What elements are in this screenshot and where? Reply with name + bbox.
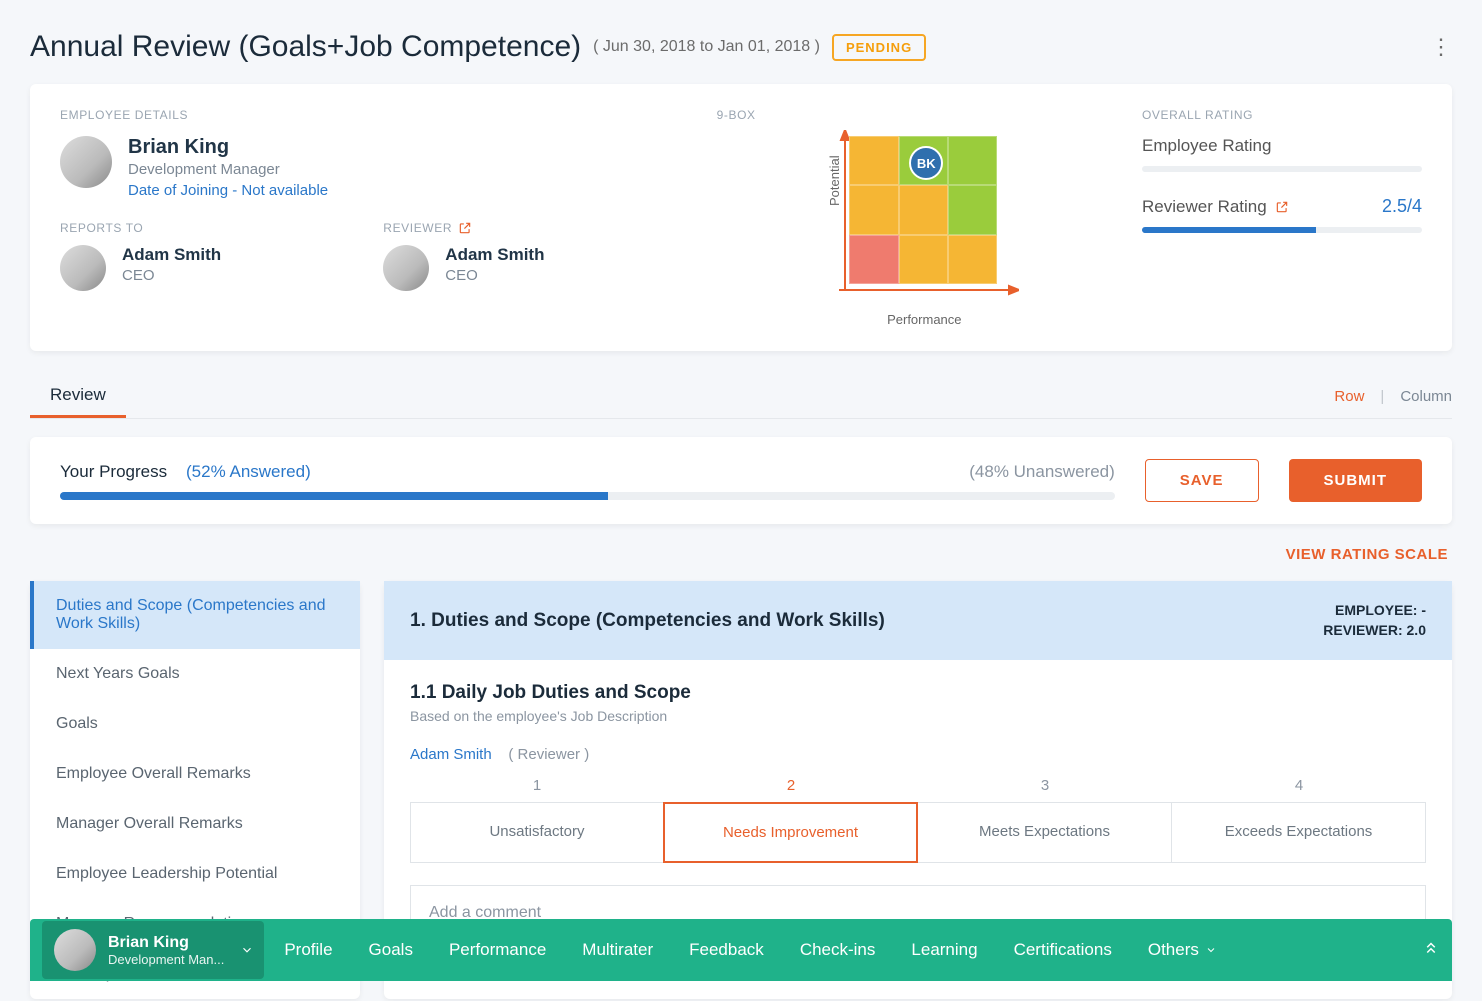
sidebar-item-next-year-goals[interactable]: Next Years Goals	[30, 649, 360, 699]
collapse-icon[interactable]	[1422, 939, 1440, 962]
reviewer-rating-bar	[1142, 227, 1422, 233]
bottom-user-avatar	[54, 929, 96, 971]
tab-review[interactable]: Review	[30, 375, 126, 418]
external-link-icon[interactable]	[458, 221, 472, 235]
question-desc: Based on the employee's Job Description	[410, 708, 1426, 724]
rating-option-4[interactable]: Exceeds Expectations	[1171, 802, 1426, 863]
scale-num-2: 2	[664, 777, 918, 794]
scale-num-1: 1	[410, 777, 664, 794]
reports-to-role: CEO	[122, 267, 221, 284]
rating-option-3[interactable]: Meets Expectations	[917, 802, 1172, 863]
reviewer-rating-label: Reviewer Rating	[1142, 197, 1267, 217]
reports-to-label: REPORTS TO	[60, 221, 353, 235]
ninebox-label: 9-BOX	[717, 108, 1102, 122]
nav-multirater[interactable]: Multirater	[582, 940, 653, 960]
reports-to-name: Adam Smith	[122, 245, 221, 265]
nav-profile[interactable]: Profile	[284, 940, 332, 960]
save-button[interactable]: SAVE	[1145, 459, 1259, 502]
progress-unanswered: (48% Unanswered)	[969, 462, 1115, 482]
nav-performance[interactable]: Performance	[449, 940, 546, 960]
nav-goals[interactable]: Goals	[369, 940, 413, 960]
overall-rating-label: OVERALL RATING	[1142, 108, 1422, 122]
kebab-menu-icon[interactable]: ⋮	[1430, 36, 1452, 58]
nav-feedback[interactable]: Feedback	[689, 940, 764, 960]
employee-details-label: EMPLOYEE DETAILS	[60, 108, 677, 122]
reviewer-role: CEO	[445, 267, 544, 284]
view-column[interactable]: Column	[1400, 388, 1452, 405]
employee-role: Development Manager	[128, 161, 328, 178]
summary-card: EMPLOYEE DETAILS Brian King Development …	[30, 84, 1452, 351]
nav-others[interactable]: Others	[1148, 940, 1217, 960]
progress-bar	[60, 492, 1115, 500]
nav-learning[interactable]: Learning	[911, 940, 977, 960]
ninebox-chart: BK Potential	[829, 136, 1009, 306]
bottom-user-switcher[interactable]: Brian King Development Man...	[42, 921, 264, 979]
sidebar-item-leadership[interactable]: Employee Leadership Potential	[30, 849, 360, 899]
section-employee-score: EMPLOYEE: -	[1323, 601, 1426, 621]
status-badge: PENDING	[832, 34, 926, 61]
sidebar-item-manager-remarks[interactable]: Manager Overall Remarks	[30, 799, 360, 849]
external-link-icon[interactable]	[1275, 200, 1289, 214]
section-title: 1. Duties and Scope (Competencies and Wo…	[410, 610, 885, 632]
nav-checkins[interactable]: Check-ins	[800, 940, 876, 960]
progress-card: Your Progress (52% Answered) (48% Unansw…	[30, 437, 1452, 524]
sidebar-item-employee-remarks[interactable]: Employee Overall Remarks	[30, 749, 360, 799]
employee-rating-bar	[1142, 166, 1422, 172]
progress-label: Your Progress	[60, 462, 167, 481]
employee-joining-link[interactable]: Date of Joining - Not available	[128, 182, 328, 199]
reviewer-rating-value: 2.5/4	[1382, 196, 1422, 217]
nav-certifications[interactable]: Certifications	[1014, 940, 1112, 960]
rater-name[interactable]: Adam Smith	[410, 746, 492, 763]
progress-answered: (52% Answered)	[186, 462, 311, 481]
view-row[interactable]: Row	[1334, 388, 1364, 405]
section-reviewer-score: REVIEWER: 2.0	[1323, 621, 1426, 641]
nav-others-label: Others	[1148, 940, 1199, 960]
view-separator: |	[1380, 388, 1384, 405]
bottom-user-role: Development Man...	[108, 952, 224, 967]
chevron-down-icon	[240, 943, 254, 957]
ninebox-x-axis: Performance	[887, 312, 961, 327]
rating-option-1[interactable]: Unsatisfactory	[410, 802, 664, 863]
scale-num-4: 4	[1172, 777, 1426, 794]
ninebox-y-axis: Potential	[827, 155, 842, 206]
bottom-user-name: Brian King	[108, 934, 224, 952]
employee-name: Brian King	[128, 136, 328, 159]
question-title: 1.1 Daily Job Duties and Scope	[410, 682, 1426, 704]
reviewer-name: Adam Smith	[445, 245, 544, 265]
date-range: ( Jun 30, 2018 to Jan 01, 2018 )	[593, 38, 820, 56]
chevron-down-icon	[1205, 944, 1217, 956]
bottom-nav: Brian King Development Man... Profile Go…	[30, 919, 1452, 981]
sidebar-item-duties[interactable]: Duties and Scope (Competencies and Work …	[30, 581, 360, 649]
submit-button[interactable]: SUBMIT	[1289, 459, 1423, 502]
employee-rating-label: Employee Rating	[1142, 136, 1271, 156]
rating-option-2[interactable]: Needs Improvement	[663, 802, 918, 863]
page-title: Annual Review (Goals+Job Competence)	[30, 30, 581, 64]
reports-to-avatar	[60, 245, 106, 291]
employee-avatar	[60, 136, 112, 188]
reviewer-label: REVIEWER	[383, 221, 452, 235]
view-rating-scale-link[interactable]: VIEW RATING SCALE	[30, 546, 1448, 563]
scale-num-3: 3	[918, 777, 1172, 794]
rater-role: ( Reviewer )	[508, 746, 589, 763]
reviewer-avatar	[383, 245, 429, 291]
sidebar-item-goals[interactable]: Goals	[30, 699, 360, 749]
